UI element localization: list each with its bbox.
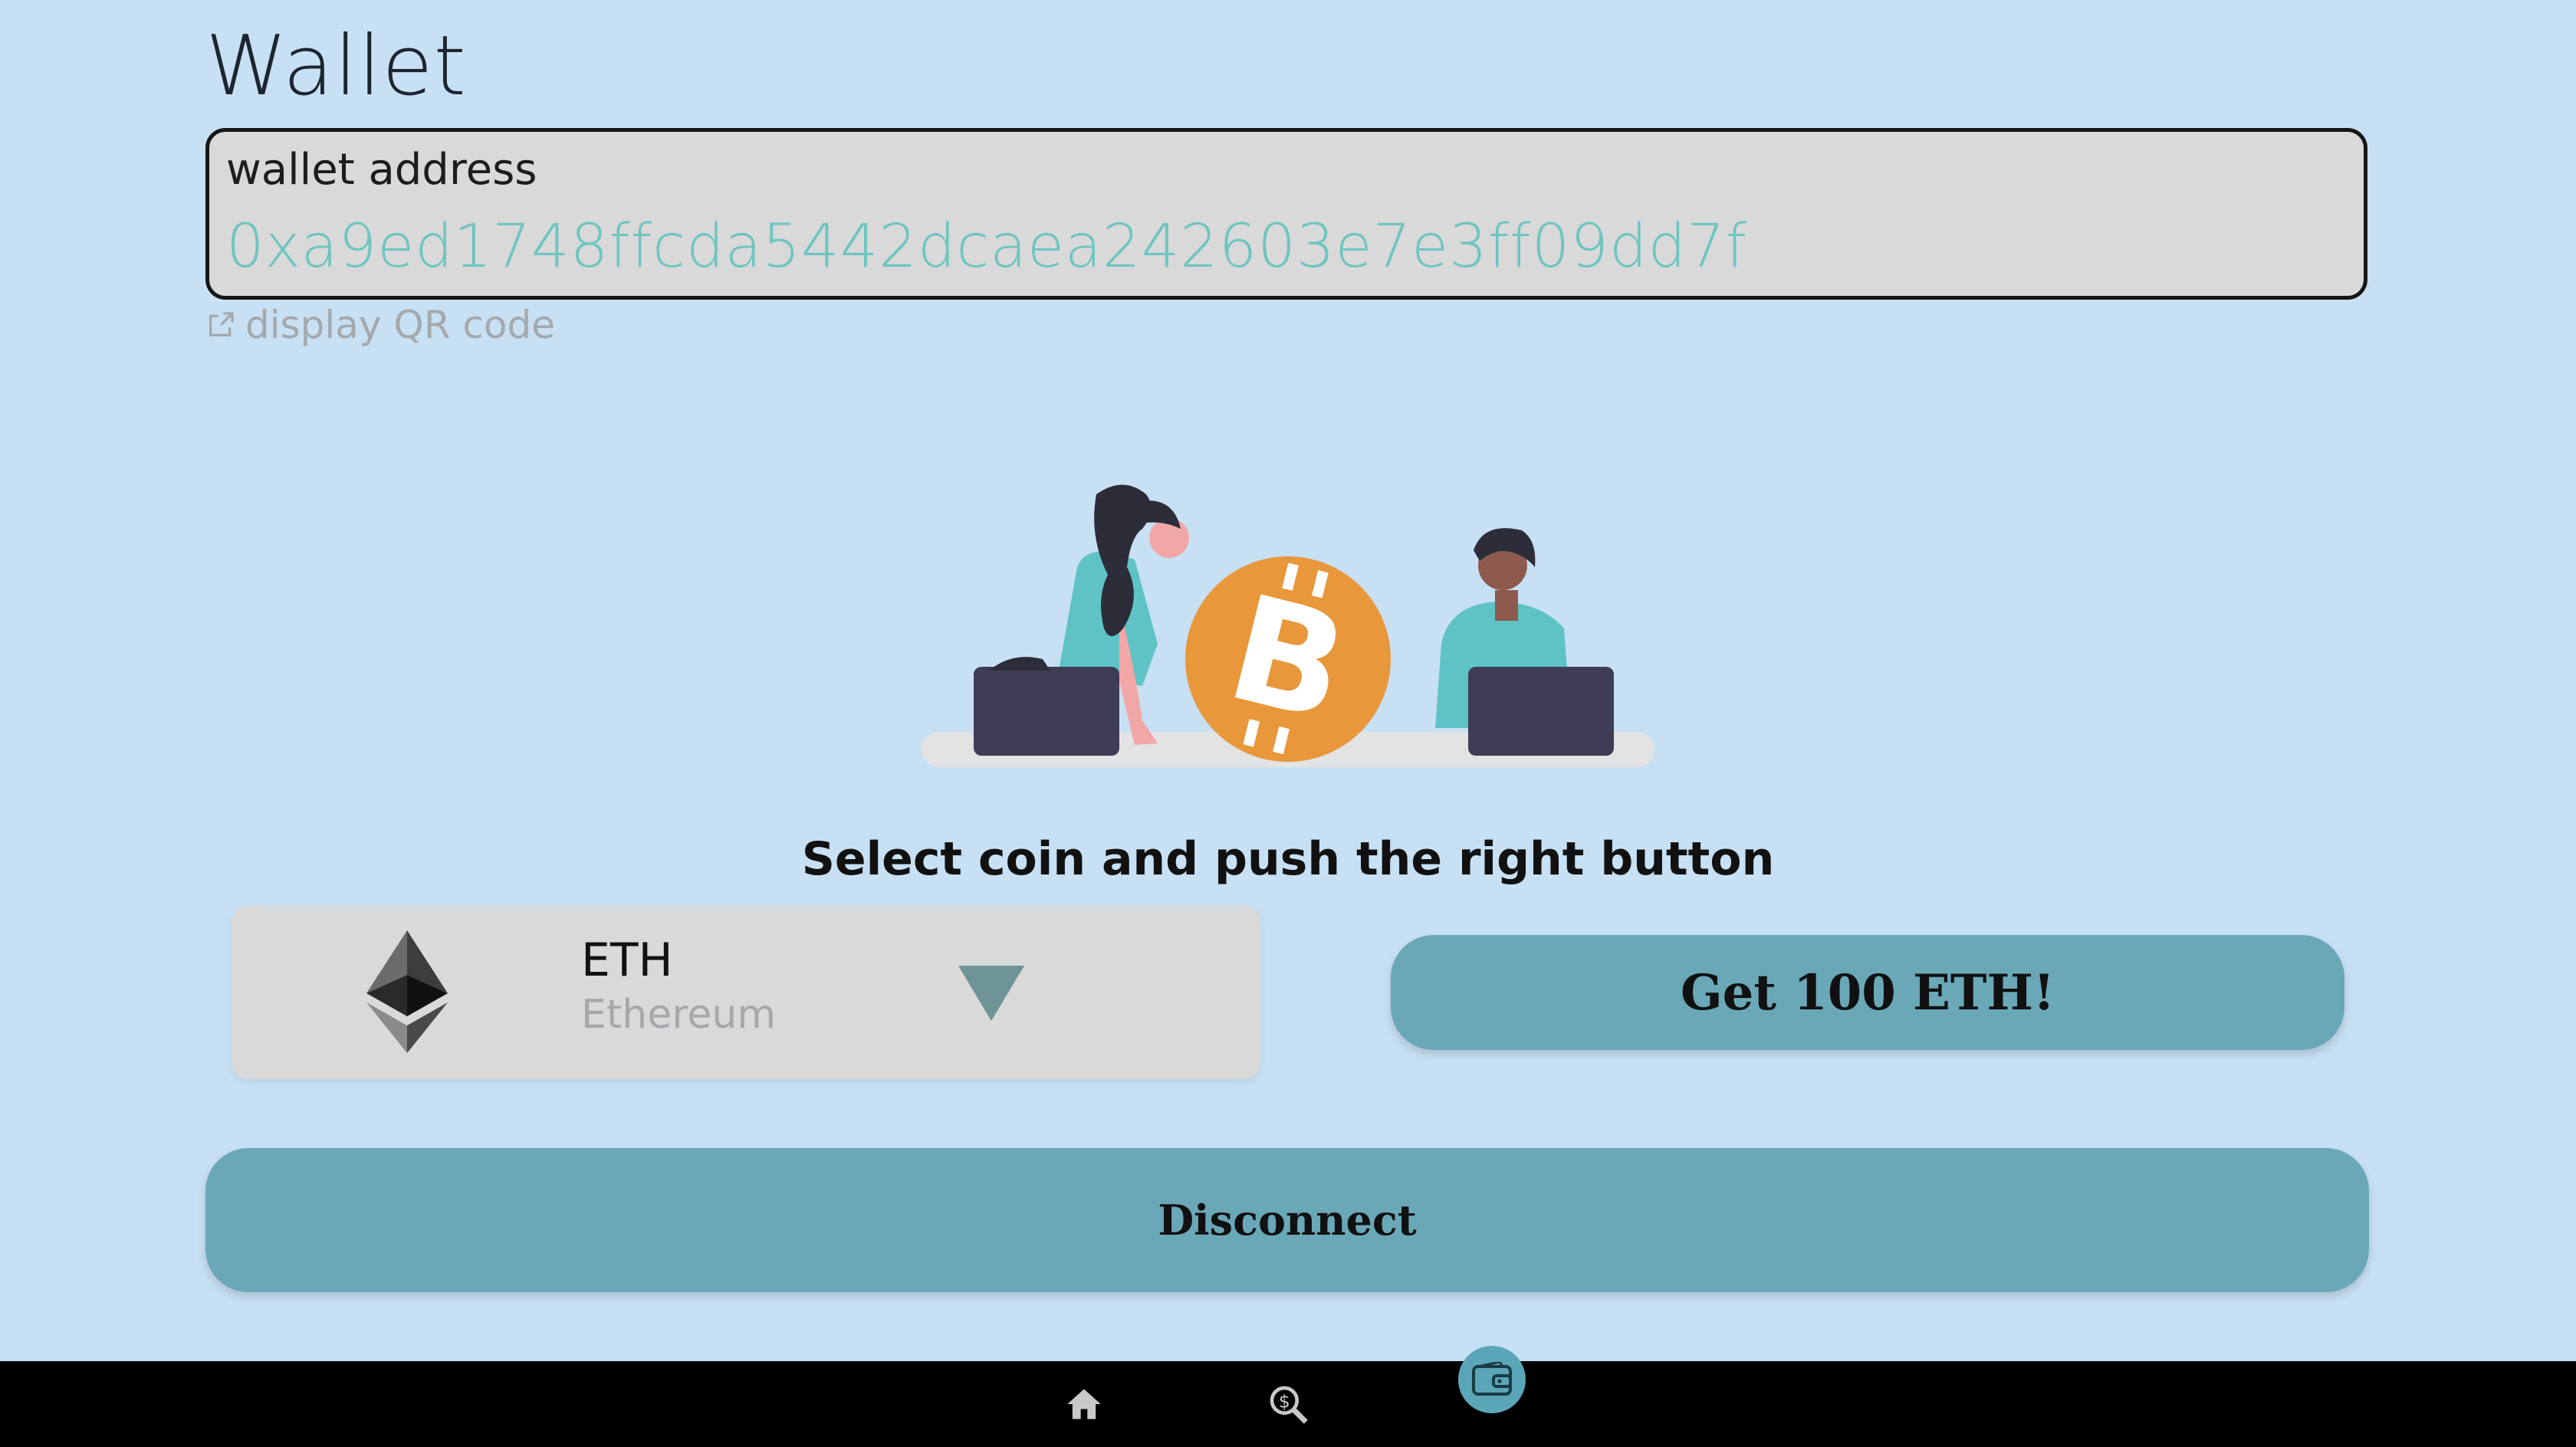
disconnect-button[interactable]: Disconnect xyxy=(205,1148,2369,1292)
wallet-icon xyxy=(1472,1362,1512,1396)
wallet-address-field[interactable]: wallet address 0xa9ed1748ffcda5442dcaea2… xyxy=(205,128,2367,300)
external-link-icon xyxy=(209,312,234,336)
coin-selector[interactable]: ETH Ethereum xyxy=(232,906,1260,1079)
coin-select-instruction: Select coin and push the right button xyxy=(801,832,1775,886)
ethereum-icon xyxy=(366,930,448,1053)
wallet-page: Wallet wallet address 0xa9ed1748ffcda544… xyxy=(0,0,2576,1447)
coin-search-icon[interactable]: $ xyxy=(1267,1383,1309,1426)
coin-symbol: ETH xyxy=(581,933,673,987)
coin-name: Ethereum xyxy=(581,992,777,1038)
chevron-down-icon[interactable] xyxy=(958,966,1024,1021)
bitcoin-collaboration-illustration: B xyxy=(922,484,1654,767)
get-coin-button[interactable]: Get 100 ETH! xyxy=(1391,935,2344,1050)
svg-text:$: $ xyxy=(1279,1391,1290,1413)
display-qr-code-link[interactable]: display QR code xyxy=(205,303,555,347)
page-title: Wallet xyxy=(205,18,467,114)
wallet-address-label: wallet address xyxy=(226,145,537,195)
display-qr-code-label: display QR code xyxy=(245,303,556,347)
nav-wallet-button[interactable] xyxy=(1458,1346,1526,1413)
wallet-address-value[interactable]: 0xa9ed1748ffcda5442dcaea242603e7e3ff09dd… xyxy=(226,208,1747,286)
home-icon[interactable] xyxy=(1064,1384,1104,1424)
